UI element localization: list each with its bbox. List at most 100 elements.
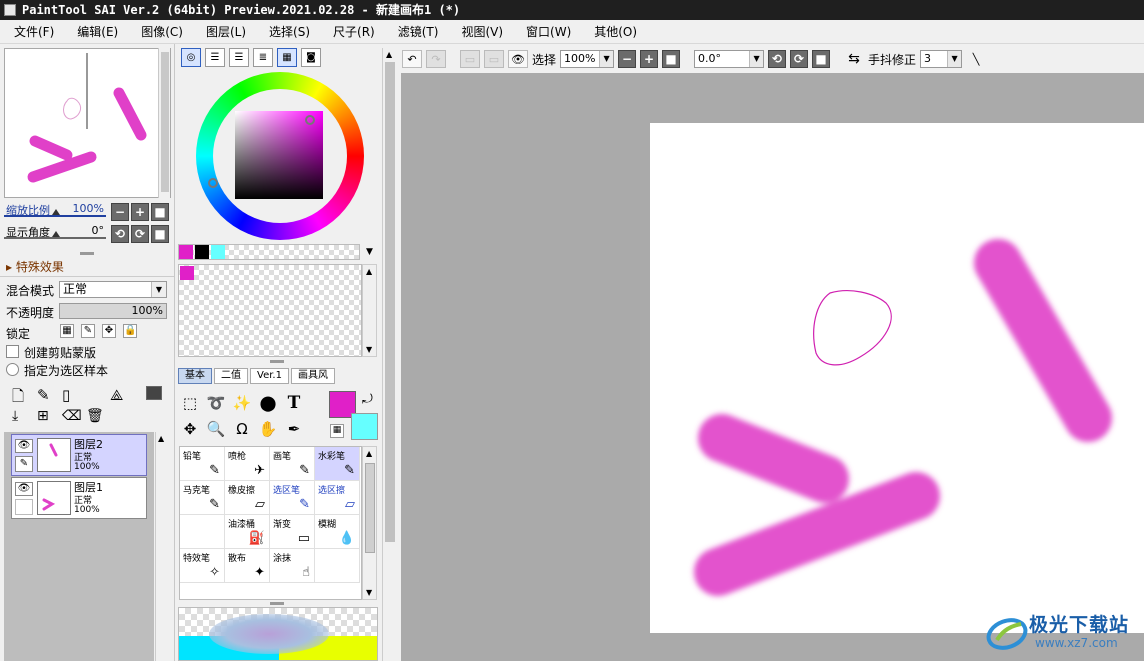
zoom-in-button[interactable]: + [131,203,149,221]
navigator-scrollbar[interactable] [158,48,170,198]
zoom-reset-button[interactable]: ■ [151,203,169,221]
lock-all-icon[interactable]: 🔒 [123,324,137,338]
rotate-reset-button[interactable]: ■ [812,50,831,68]
menu-other[interactable]: 其他(O) [580,23,646,40]
blend-mode-select[interactable]: 正常 ▼ [59,281,167,298]
panel-scrollbar[interactable]: ▲ [382,48,396,661]
navigator-preview[interactable] [4,48,171,198]
brush-item[interactable]: 马克笔 ✎ [180,481,225,515]
color-list-tab[interactable]: ≣ [253,48,273,67]
swatch-magenta[interactable] [179,245,193,259]
lasso-icon[interactable]: ➰ [205,392,227,414]
deselect-icon[interactable]: ▭ [460,50,480,68]
brush-item[interactable]: 橡皮擦 ▱ [225,481,270,515]
brush-item[interactable]: 喷枪 ✈ [225,447,270,481]
delete-layer-icon[interactable]: 🗑 [86,408,104,424]
brush-item[interactable]: 渐变 ▭ [270,515,315,549]
new-linework-layer-icon[interactable]: ✎ [37,386,50,404]
merge-selected-icon[interactable]: ⊞ [37,408,49,424]
chevron-down-icon[interactable]: ▼ [366,247,373,257]
selection-source-radio[interactable] [6,363,19,376]
brush-item[interactable]: 选区笔 ✎ [270,481,315,515]
brush-item[interactable]: 散布 ✦ [225,549,270,583]
layer-effects-icon[interactable]: ⟁ [110,386,123,404]
angle-slider[interactable]: 显示角度 0° [4,224,106,240]
rect-select-icon[interactable]: ⬚ [179,392,201,414]
menu-layer[interactable]: 图层(L) [192,23,255,40]
move-icon[interactable]: ✥ [179,418,201,440]
color-wheel[interactable] [196,72,364,240]
clear-layer-icon[interactable]: ⌫ [62,408,82,424]
layer-item[interactable]: 👁 ✎ 图层2 正常 100% [11,434,147,476]
zoom-out-button[interactable]: − [618,50,637,68]
menu-image[interactable]: 图像(C) [127,23,192,40]
edit-slot[interactable] [15,499,33,515]
eyedropper-icon[interactable]: ✒ [283,418,305,440]
brush-item[interactable]: 水彩笔 ✎ [315,447,360,481]
tab-ver1[interactable]: Ver.1 [250,368,289,384]
palette-swatch[interactable] [180,266,194,280]
eye-icon[interactable]: 👁 [15,482,33,496]
menu-window[interactable]: 窗口(W) [512,23,580,40]
layer-list-scrollbar[interactable]: ▲ [155,432,169,661]
clipping-mask-checkbox[interactable] [6,345,19,358]
hand-icon[interactable]: ✋ [257,418,279,440]
straight-line-icon[interactable]: ╲ [966,50,986,68]
palette-scrollbar[interactable]: ▲ ▼ [362,264,377,357]
brush-scrollbar[interactable]: ▲ ▼ [362,446,377,600]
invert-selection-icon[interactable]: ▭ [484,50,504,68]
brush-item[interactable]: 模糊 💧 [315,515,360,549]
secondary-color[interactable] [351,413,378,440]
hsv-slider-tab[interactable]: ☰ [229,48,249,67]
menu-view[interactable]: 视图(V) [447,23,512,40]
drawing-canvas[interactable] [650,123,1144,633]
zoom-in-button[interactable]: + [640,50,659,68]
rgb-slider-tab[interactable]: ☰ [205,48,225,67]
rotation-combo[interactable]: 0.0° ▼ [694,50,765,68]
swap-colors-icon[interactable]: ⤾ [362,392,373,407]
menu-filter[interactable]: 滤镜(T) [384,23,448,40]
color-wheel-tab[interactable]: ◎ [181,48,201,67]
tab-basic[interactable]: 基本 [178,368,212,384]
eye-icon[interactable]: 👁 [508,50,528,68]
new-folder-icon[interactable]: ▯ [62,386,70,404]
rotate-left-button[interactable]: ⟲ [768,50,787,68]
brush-item[interactable]: 铅笔 ✎ [180,447,225,481]
zoom-slider[interactable]: 缩放比例 100% [4,202,106,218]
brush-item[interactable]: 油漆桶 ⛽ [225,515,270,549]
rotate-right-button[interactable]: ⟳ [131,225,149,243]
splitter-handle[interactable] [80,252,94,255]
scratchpad-tab[interactable]: ◙ [301,48,321,67]
stabilizer-combo[interactable]: 3 ▼ [920,50,963,68]
text-tool-icon[interactable]: T [283,392,305,414]
rotate-icon[interactable]: Ω [231,418,253,440]
rotate-left-button[interactable]: ⟲ [111,225,129,243]
swatches-tab[interactable]: ▦ [277,48,297,67]
lock-transparency-icon[interactable]: ▦ [60,324,74,338]
splitter-handle[interactable] [270,602,284,605]
swatch-palette[interactable] [178,264,362,357]
zoom-out-button[interactable]: − [111,203,129,221]
brush-item[interactable]: 画笔 ✎ [270,447,315,481]
rotate-reset-button[interactable]: ■ [151,225,169,243]
transparent-color-icon[interactable]: ▦ [330,424,344,438]
zoom-reset-button[interactable]: ■ [662,50,681,68]
menu-select[interactable]: 选择(S) [255,23,319,40]
undo-icon[interactable]: ↶ [402,50,422,68]
shape-icon[interactable]: ⬤ [257,392,279,414]
brush-item[interactable]: 特效笔 ✧ [180,549,225,583]
lock-paint-icon[interactable]: ✎ [81,324,95,338]
eye-icon[interactable]: 👁 [15,439,33,453]
menu-file[interactable]: 文件(F) [0,23,63,40]
zoom-combo[interactable]: 100% ▼ [560,50,615,68]
menu-ruler[interactable]: 尺子(R) [319,23,384,40]
zoom-icon[interactable]: 🔍 [205,418,227,440]
rotate-right-button[interactable]: ⟳ [790,50,809,68]
splitter-handle[interactable] [270,360,284,363]
layer-item[interactable]: 👁 图层1 正常 100% [11,477,147,519]
color-mixer[interactable] [178,607,378,661]
swatch-black[interactable] [195,245,209,259]
tab-painterly[interactable]: 画具风 [290,368,335,384]
opacity-slider[interactable]: 100% [59,303,167,319]
brush-item[interactable]: 涂抹 ☝ [270,549,315,583]
